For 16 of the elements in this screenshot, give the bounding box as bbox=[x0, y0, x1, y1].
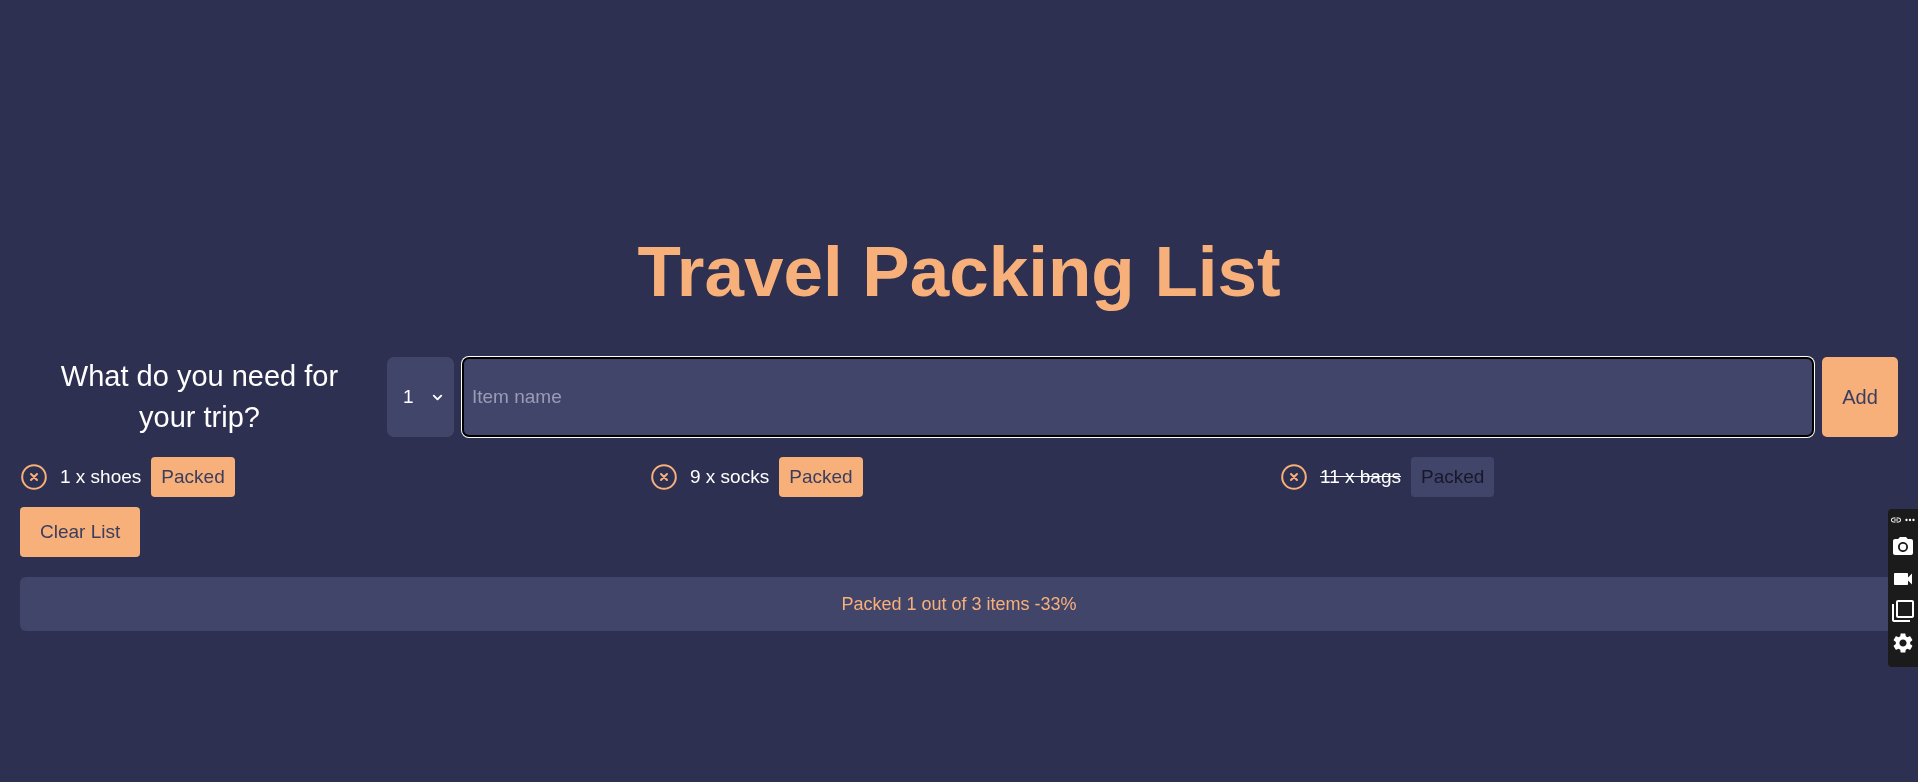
windows-icon[interactable] bbox=[1891, 599, 1915, 623]
page-title: Travel Packing List bbox=[637, 232, 1281, 312]
item-label: 11 x bags bbox=[1320, 466, 1401, 488]
item-name-field[interactable]: Item name bbox=[462, 357, 1814, 437]
settings-icon[interactable] bbox=[1891, 631, 1915, 655]
remove-icon[interactable] bbox=[651, 464, 677, 490]
remove-icon[interactable] bbox=[21, 464, 47, 490]
packed-button[interactable]: Packed bbox=[779, 457, 863, 497]
item-label: 1 x shoes bbox=[60, 466, 142, 488]
remove-icon[interactable] bbox=[1281, 464, 1307, 490]
packed-button[interactable]: Packed bbox=[151, 457, 235, 497]
add-button[interactable]: Add bbox=[1822, 357, 1898, 437]
clear-list-button[interactable]: Clear List bbox=[20, 507, 141, 557]
item-label: 9 x socks bbox=[690, 466, 770, 488]
quantity-select[interactable]: 1 bbox=[387, 357, 454, 437]
form-question: What do you need for your trip? bbox=[59, 359, 340, 435]
